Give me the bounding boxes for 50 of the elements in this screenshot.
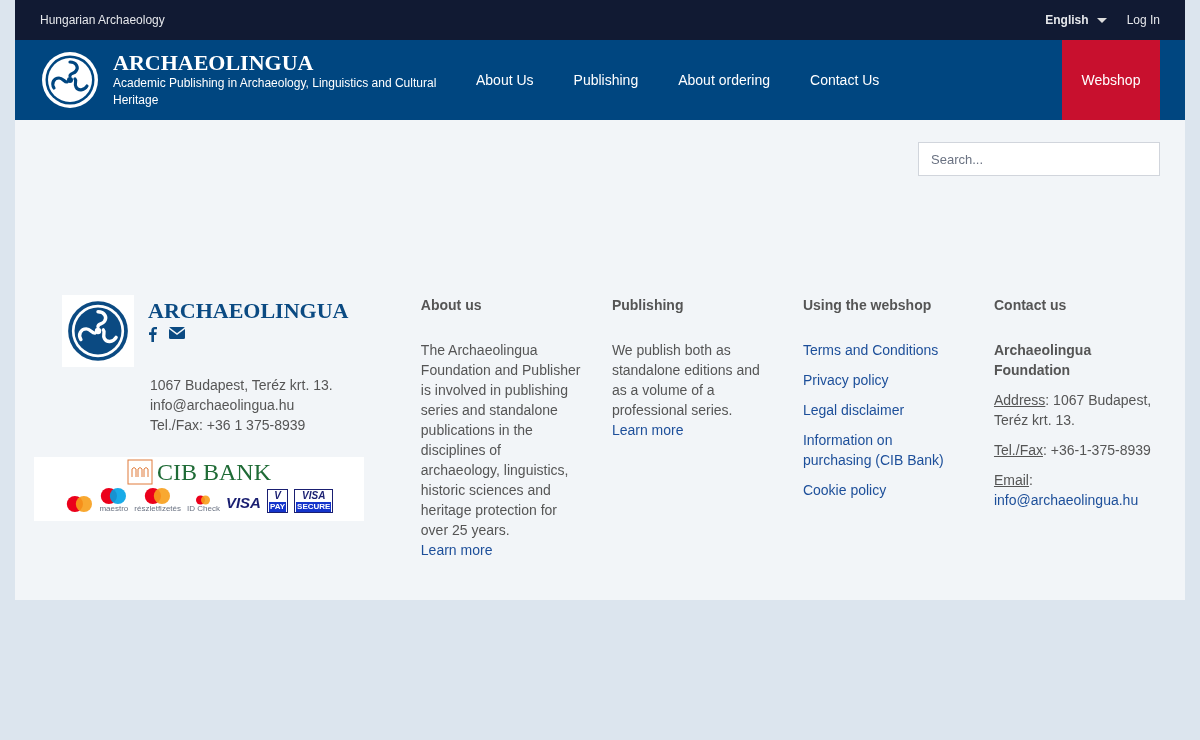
search-field[interactable]: Search... [918, 142, 1160, 176]
language-dropdown[interactable]: English [1045, 11, 1107, 29]
brand-name: ARCHAEOLINGUA [113, 51, 315, 75]
bank-logo-icon [127, 459, 153, 485]
nav-link[interactable]: About Us [456, 40, 554, 120]
column-heading: Contact us [993, 296, 1068, 315]
email-link[interactable]: info@archaeolingua.hu [993, 492, 1139, 508]
column-text: We publish both as standalone editions and as a volume of a professional series. [611, 341, 761, 420]
card-logo-icon [143, 487, 173, 505]
contact-entry: Tel./Fax: +36-1-375-8939 [993, 441, 1152, 460]
card-logo-icon [195, 495, 212, 505]
vpay-logo: V PAY [266, 489, 289, 513]
address-line: Tel./Fax: +36 1 375-8939 [150, 416, 307, 435]
footer-link[interactable]: Information on purchasing (CIB Bank) [802, 430, 964, 470]
card-caption: ID Check [187, 505, 220, 513]
organization-name: Archaeolingua Foundation [993, 341, 1093, 380]
contact-entry: Address: 1067 Budapest, Teréz krt. 13. [993, 391, 1153, 430]
column-heading: Using the webshop [802, 296, 933, 315]
footer-link[interactable]: Cookie policy [802, 480, 964, 500]
triskelion-logo-icon [40, 50, 100, 110]
card-caption: részletfizetés [134, 505, 181, 513]
webshop-button[interactable]: Webshop [1062, 40, 1160, 120]
column-text: The Archaeolingua Foundation and Publisher is involved in publishing series and standalone publications in the disciplines of archaeology, linguistics, historic sciences and heritage protection for over 25 years. [420, 341, 582, 540]
visa-secure-logo: VISA SECURE [294, 489, 334, 513]
address-line: info@archaeolingua.hu [150, 396, 296, 415]
contact-entry: Email: info@archaeolingua.hu [993, 471, 1140, 510]
bank-name: CIB BANK [157, 459, 271, 485]
nav-link[interactable]: Publishing [553, 40, 659, 120]
footer-link[interactable]: Legal disclaimer [802, 400, 964, 420]
caret-icon [1096, 17, 1107, 23]
column-heading: About us [420, 296, 483, 315]
visa-logo: VISA [225, 493, 261, 513]
triskelion-logo-icon [66, 299, 130, 363]
footer-link[interactable]: Terms and Conditions [802, 340, 964, 360]
learn-more-link[interactable]: Learn more [611, 422, 684, 438]
card-logo-icon [99, 487, 129, 505]
email-icon[interactable] [169, 327, 185, 339]
footer-link[interactable]: Privacy policy [802, 370, 964, 390]
site-link[interactable]: Hungarian Archaeology [40, 11, 165, 29]
card-logo-icon [64, 495, 94, 513]
nav-link[interactable]: About ordering [658, 40, 791, 120]
nav-link[interactable]: Contact Us [790, 40, 900, 120]
facebook-icon[interactable] [149, 327, 157, 342]
card-caption: maestro [99, 505, 129, 513]
column-heading: Publishing [611, 296, 685, 315]
login-link[interactable]: Log In [1126, 11, 1160, 29]
address-line: 1067 Budapest, Teréz krt. 13. [150, 376, 334, 395]
learn-more-link[interactable]: Learn more [420, 542, 493, 558]
tagline: Academic Publishing in Archaeology, Linguistics and Cultural Heritage [113, 75, 438, 109]
footer-brand-name: ARCHAEOLINGUA [148, 301, 349, 321]
